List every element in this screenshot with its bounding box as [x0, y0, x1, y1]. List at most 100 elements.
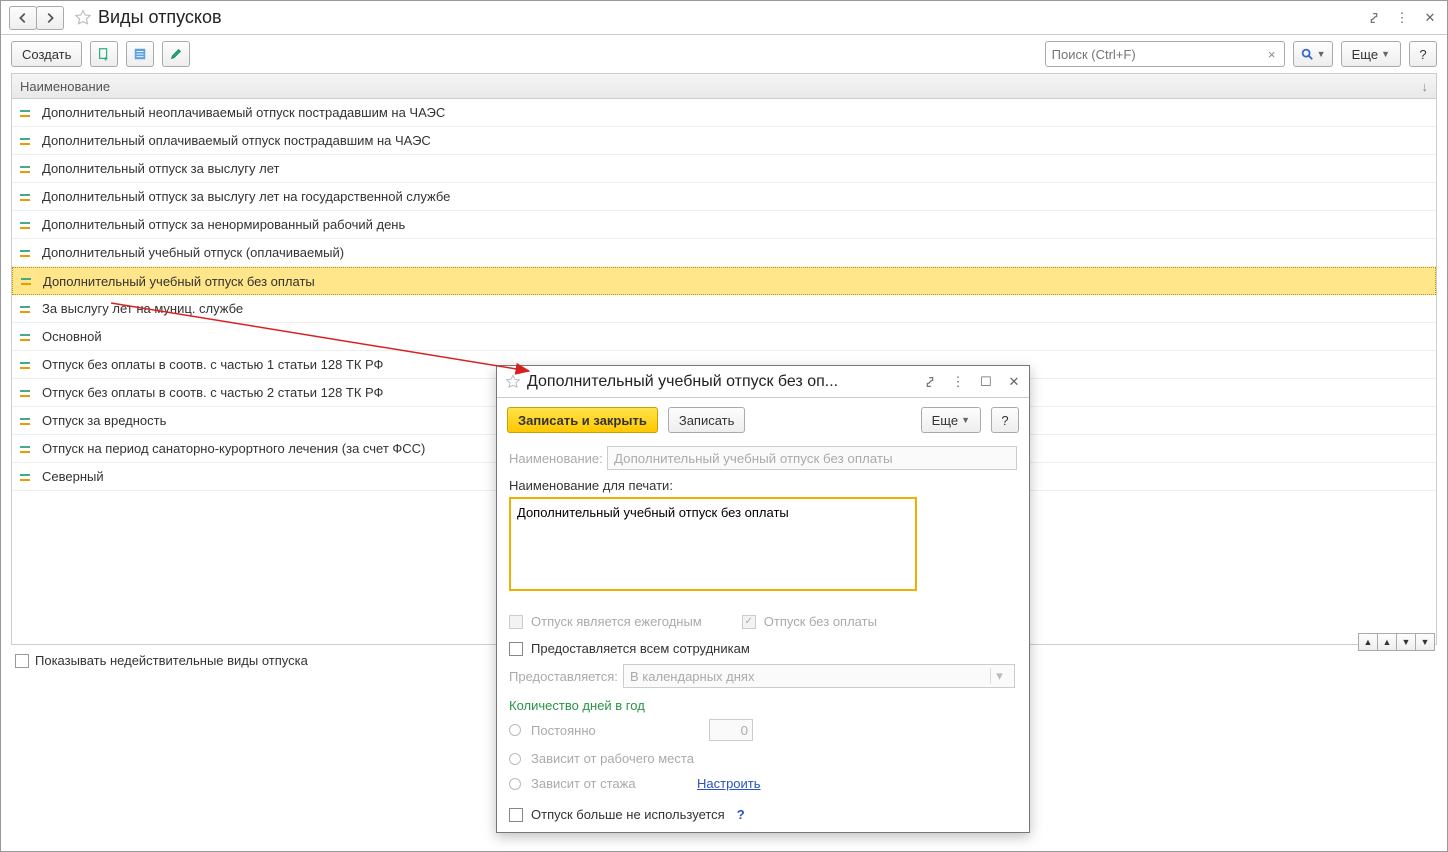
title-bar: Виды отпусков ⋮ ✕: [1, 1, 1447, 35]
table-row[interactable]: Дополнительный отпуск за выслугу лет на …: [12, 183, 1436, 211]
more-button[interactable]: Еще ▼: [1341, 41, 1401, 67]
nav-forward-button[interactable]: [36, 6, 64, 30]
workplace-radio: [509, 753, 521, 765]
chevron-down-icon: ▾: [990, 668, 1008, 684]
page-title: Виды отпусков: [98, 7, 222, 28]
arrow-right-icon: [43, 11, 57, 25]
name-label: Наименование:: [509, 451, 601, 466]
table-row[interactable]: Основной: [12, 323, 1436, 351]
magnifier-icon: [1300, 47, 1314, 61]
annual-checkbox: [509, 615, 523, 629]
dialog-more-button[interactable]: Еще ▼: [921, 407, 981, 433]
scroll-nav: ▲ ▲ ▼ ▼: [1359, 633, 1435, 651]
dialog-title-bar: Дополнительный учебный отпуск без оп... …: [497, 366, 1029, 398]
workplace-label: Зависит от рабочего места: [531, 751, 694, 766]
main-window: Виды отпусков ⋮ ✕ Создать × ▼ Еще ▼ ? На…: [0, 0, 1448, 852]
name-field: [607, 446, 1017, 470]
favorite-star-icon[interactable]: [505, 374, 521, 390]
dialog-maximize-icon[interactable]: ☐: [977, 373, 995, 391]
save-close-button[interactable]: Записать и закрыть: [507, 407, 658, 433]
dialog-link-icon[interactable]: [921, 373, 939, 391]
favorite-star-icon[interactable]: [74, 9, 92, 27]
annual-label: Отпуск является ежегодным: [531, 614, 702, 629]
edit-dialog: Дополнительный учебный отпуск без оп... …: [496, 365, 1030, 833]
dialog-close-icon[interactable]: ✕: [1005, 373, 1023, 391]
nav-back-button[interactable]: [9, 6, 37, 30]
unpaid-checkbox: ✓: [742, 615, 756, 629]
kebab-icon[interactable]: ⋮: [1393, 9, 1411, 27]
provided-select: В календарных днях ▾: [623, 664, 1015, 688]
item-icon: [20, 135, 34, 147]
scroll-down-button[interactable]: ▼: [1396, 633, 1416, 651]
search-input[interactable]: [1045, 41, 1285, 67]
constant-value-field: [709, 719, 753, 741]
search-clear-button[interactable]: ×: [1263, 45, 1281, 63]
constant-radio: [509, 724, 521, 736]
row-label: Дополнительный отпуск за ненормированный…: [42, 217, 405, 232]
table-row[interactable]: Дополнительный учебный отпуск без оплаты: [12, 267, 1436, 295]
provided-value: В календарных днях: [630, 669, 754, 684]
scroll-top-button[interactable]: ▲: [1358, 633, 1378, 651]
column-name: Наименование: [20, 79, 1422, 94]
row-label: Дополнительный отпуск за выслугу лет: [42, 161, 279, 176]
grid-header[interactable]: Наименование ↓: [11, 73, 1437, 99]
no-longer-used-label: Отпуск больше не используется: [531, 807, 725, 822]
all-employees-checkbox[interactable]: [509, 642, 523, 656]
item-icon: [20, 303, 34, 315]
table-row[interactable]: Дополнительный оплачиваемый отпуск постр…: [12, 127, 1436, 155]
item-icon: [20, 443, 34, 455]
item-icon: [20, 415, 34, 427]
row-label: Дополнительный неоплачиваемый отпуск пос…: [42, 105, 445, 120]
provided-label: Предоставляется:: [509, 669, 617, 684]
table-row[interactable]: Дополнительный отпуск за ненормированный…: [12, 211, 1436, 239]
all-employees-label: Предоставляется всем сотрудникам: [531, 641, 750, 656]
print-name-field[interactable]: [509, 497, 917, 591]
list-button[interactable]: [126, 41, 154, 67]
copy-button[interactable]: [90, 41, 118, 67]
scroll-bottom-button[interactable]: ▼: [1415, 633, 1435, 651]
row-label: Дополнительный учебный отпуск без оплаты: [43, 274, 315, 289]
table-row[interactable]: Дополнительный отпуск за выслугу лет: [12, 155, 1436, 183]
question-icon[interactable]: ?: [737, 807, 745, 822]
link-icon[interactable]: [1365, 9, 1383, 27]
arrow-left-icon: [16, 11, 30, 25]
show-inactive-checkbox[interactable]: [15, 654, 29, 668]
search-wrap: ×: [1045, 41, 1285, 67]
list-icon: [133, 47, 147, 61]
sort-indicator-icon: ↓: [1422, 79, 1429, 94]
edit-button[interactable]: [162, 41, 190, 67]
item-icon: [20, 331, 34, 343]
close-icon[interactable]: ✕: [1421, 9, 1439, 27]
row-label: Отпуск без оплаты в соотв. с частью 2 ст…: [42, 385, 383, 400]
dialog-title: Дополнительный учебный отпуск без оп...: [527, 373, 911, 391]
unpaid-label: Отпуск без оплаты: [764, 614, 877, 629]
row-label: Отпуск без оплаты в соотв. с частью 1 ст…: [42, 357, 383, 372]
dialog-body: Наименование: Наименование для печати: О…: [497, 442, 1029, 832]
table-row[interactable]: За выслугу лет на муниц. службе: [12, 295, 1436, 323]
configure-link[interactable]: Настроить: [697, 776, 761, 791]
row-label: Дополнительный отпуск за выслугу лет на …: [42, 189, 450, 204]
table-row[interactable]: Дополнительный учебный отпуск (оплачивае…: [12, 239, 1436, 267]
save-button[interactable]: Записать: [668, 407, 746, 433]
document-plus-icon: [97, 47, 111, 61]
row-label: Дополнительный учебный отпуск (оплачивае…: [42, 245, 344, 260]
pencil-icon: [169, 47, 183, 61]
no-longer-used-checkbox[interactable]: [509, 808, 523, 822]
scroll-up-button[interactable]: ▲: [1377, 633, 1397, 651]
create-button[interactable]: Создать: [11, 41, 82, 67]
help-button[interactable]: ?: [1409, 41, 1437, 67]
table-row[interactable]: Дополнительный неоплачиваемый отпуск пос…: [12, 99, 1436, 127]
item-icon: [21, 275, 35, 287]
row-label: Северный: [42, 469, 104, 484]
toolbar: Создать × ▼ Еще ▼ ?: [1, 35, 1447, 73]
row-label: Дополнительный оплачиваемый отпуск постр…: [42, 133, 431, 148]
dialog-kebab-icon[interactable]: ⋮: [949, 373, 967, 391]
show-inactive-label: Показывать недействительные виды отпуска: [35, 653, 308, 668]
item-icon: [20, 471, 34, 483]
row-label: Отпуск за вредность: [42, 413, 166, 428]
item-icon: [20, 163, 34, 175]
search-button[interactable]: ▼: [1293, 41, 1333, 67]
row-label: За выслугу лет на муниц. службе: [42, 301, 243, 316]
days-section-title: Количество дней в год: [509, 698, 1017, 713]
dialog-help-button[interactable]: ?: [991, 407, 1019, 433]
